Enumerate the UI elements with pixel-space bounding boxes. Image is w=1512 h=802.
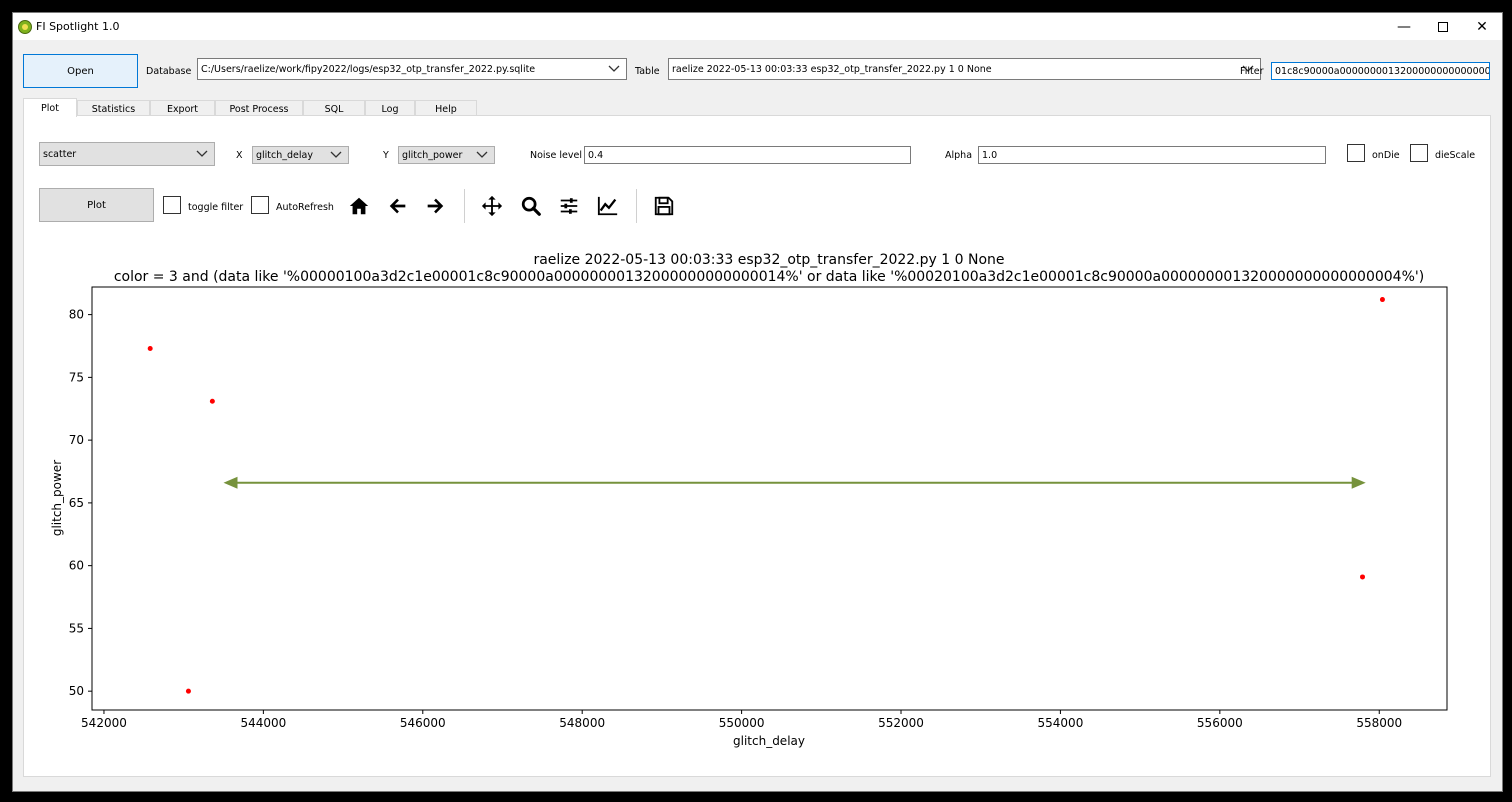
x-axis-combo[interactable]: glitch_delay: [252, 146, 349, 164]
app-logo-icon: [18, 20, 32, 34]
back-arrow-icon: [389, 198, 406, 214]
maximize-icon: [1438, 21, 1448, 32]
configure-subplots-icon: [560, 198, 578, 214]
y-axis-combo[interactable]: glitch_power: [398, 146, 495, 164]
alpha-value: 1.0: [982, 149, 998, 161]
plot-button[interactable]: Plot: [39, 188, 154, 222]
pan-button[interactable]: [478, 192, 506, 220]
home-icon: [349, 197, 369, 215]
table-combo[interactable]: raelize 2022-05-13 00:03:33 esp32_otp_tr…: [668, 58, 1261, 80]
maximize-button[interactable]: [1421, 13, 1465, 40]
save-icon: [654, 196, 674, 216]
filter-input[interactable]: 01c8c90000a000000001320000000000000004%'…: [1271, 62, 1490, 80]
filter-value: 01c8c90000a000000001320000000000000004%'…: [1275, 65, 1489, 77]
forward-button[interactable]: [421, 192, 449, 220]
chevron-down-icon: [476, 151, 488, 158]
table-label: Table: [635, 66, 660, 77]
diescale-checkbox[interactable]: [1410, 144, 1428, 162]
noise-level-value: 0.4: [588, 149, 604, 161]
noise-level-label: Noise level: [530, 150, 582, 161]
alpha-input[interactable]: 1.0: [978, 146, 1326, 164]
toolbar-separator: [636, 189, 637, 223]
home-button[interactable]: [345, 192, 373, 220]
zoom-icon: [521, 196, 541, 216]
database-value: C:/Users/raelize/work/fipy2022/logs/esp3…: [201, 63, 536, 75]
toggle-filter-label: toggle filter: [188, 202, 244, 213]
edit-axis-icon: [597, 196, 618, 216]
ondie-checkbox[interactable]: [1347, 144, 1365, 162]
tab-plot[interactable]: Plot: [23, 98, 77, 117]
plot-type-value: scatter: [43, 148, 77, 160]
ondie-label: onDie: [1372, 150, 1400, 161]
zoom-button[interactable]: [517, 192, 545, 220]
table-value: raelize 2022-05-13 00:03:33 esp32_otp_tr…: [672, 63, 992, 75]
autorefresh-checkbox[interactable]: [251, 196, 269, 214]
autorefresh-label: AutoRefresh: [276, 202, 334, 213]
minimize-button[interactable]: —: [1382, 13, 1426, 40]
title-bar: FI Spotlight 1.0 — ✕: [13, 13, 1502, 40]
minimize-icon: —: [1397, 18, 1411, 35]
chevron-down-icon: [608, 65, 620, 72]
back-button[interactable]: [384, 192, 412, 220]
y-axis-value: glitch_power: [402, 149, 463, 161]
noise-level-input[interactable]: 0.4: [584, 146, 911, 164]
x-axis-label: X: [236, 150, 243, 161]
alpha-label: Alpha: [945, 150, 973, 161]
toolbar-separator: [464, 189, 465, 223]
y-axis-label: Y: [383, 150, 389, 161]
toggle-filter-checkbox[interactable]: [163, 196, 181, 214]
edit-axis-button[interactable]: [594, 192, 622, 220]
diescale-label: dieScale: [1435, 150, 1476, 161]
open-button[interactable]: Open: [23, 54, 138, 88]
chevron-down-icon: [330, 151, 342, 158]
configure-subplots-button[interactable]: [555, 192, 583, 220]
filter-label: Filter: [1240, 66, 1264, 77]
chevron-down-icon: [196, 150, 208, 157]
database-label: Database: [146, 66, 192, 77]
forward-arrow-icon: [427, 198, 444, 214]
plot-panel: scatter X glitch_delay Y glitch_power No…: [23, 115, 1491, 777]
window-title: FI Spotlight 1.0: [36, 20, 120, 33]
database-combo[interactable]: C:/Users/raelize/work/fipy2022/logs/esp3…: [197, 58, 627, 80]
save-button[interactable]: [650, 192, 678, 220]
close-button[interactable]: ✕: [1460, 13, 1504, 40]
close-icon: ✕: [1476, 18, 1488, 35]
app-window: FI Spotlight 1.0 — ✕ Open Database C:/Us…: [12, 12, 1503, 792]
plot-type-combo[interactable]: scatter: [39, 142, 215, 166]
x-axis-value: glitch_delay: [256, 149, 313, 161]
pan-icon: [481, 195, 503, 217]
